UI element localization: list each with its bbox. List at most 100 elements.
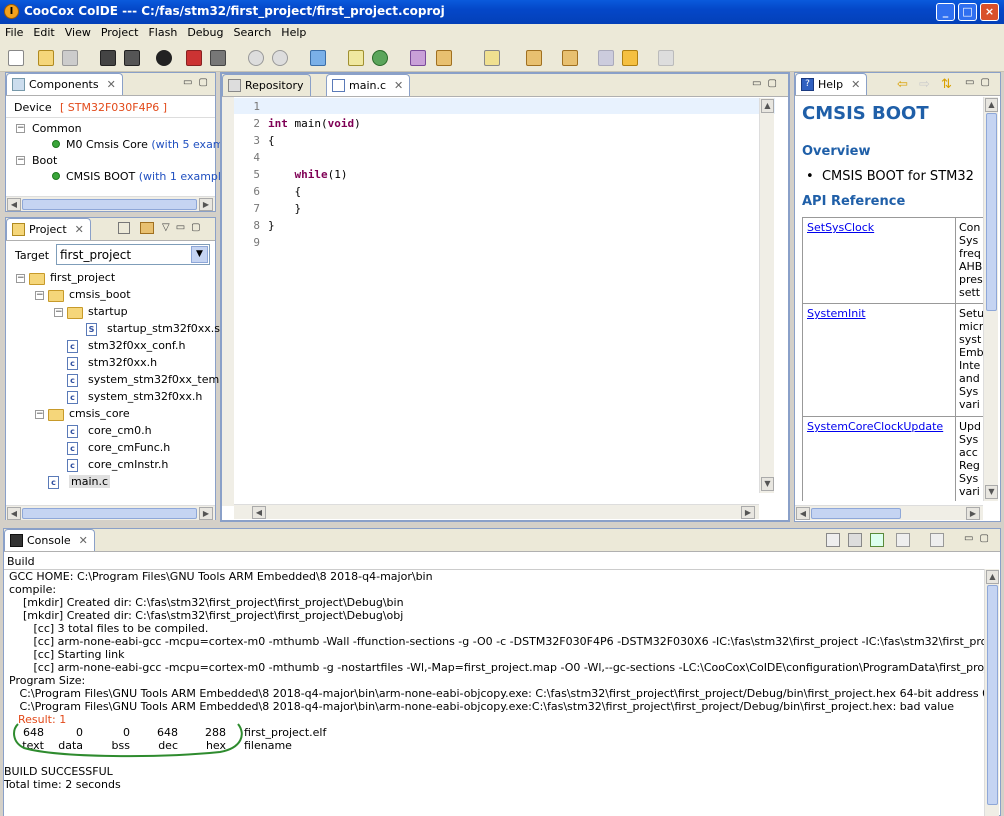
menu-edit[interactable]: Edit (28, 24, 59, 39)
code-line[interactable]: } (268, 202, 301, 215)
clear-console-icon[interactable] (826, 533, 840, 547)
close-button[interactable]: × (980, 3, 999, 21)
close-tab-icon[interactable]: ✕ (79, 534, 88, 547)
wand-icon[interactable] (436, 50, 452, 66)
tree-item-core-cm0-h[interactable]: c core_cm0.h (6, 423, 215, 440)
home-icon[interactable] (310, 50, 326, 66)
component-cmsis-boot[interactable]: CMSIS BOOT (with 1 example) (66, 170, 232, 183)
save-icon[interactable] (62, 50, 78, 66)
api-link[interactable]: SystemInit (807, 307, 866, 320)
tab-console[interactable]: Console ✕ (4, 529, 95, 551)
menu-flash[interactable]: Flash (143, 24, 182, 39)
device-value[interactable]: [ STM32F030F4P6 ] (60, 101, 167, 114)
tree-item-stm32f0xx-conf-h[interactable]: c stm32f0xx_conf.h (6, 338, 215, 355)
expand-common-icon[interactable]: − (16, 124, 25, 133)
tree-item-main-c[interactable]: c main.c (6, 474, 215, 491)
group-boot[interactable]: Boot (32, 154, 57, 167)
help-back-icon[interactable]: ⇦ (897, 77, 908, 92)
close-tab-icon[interactable]: ✕ (107, 78, 116, 91)
tab-help[interactable]: ? Help ✕ (795, 73, 868, 95)
scroll-lock-icon[interactable] (848, 533, 862, 547)
highlight-icon[interactable] (484, 50, 500, 66)
collapse-icon[interactable]: − (35, 410, 44, 419)
expand-boot-icon[interactable]: − (16, 156, 25, 165)
tree-item-stm32f0xx-h[interactable]: c stm32f0xx.h (6, 355, 215, 372)
collapse-all-icon[interactable] (118, 222, 130, 234)
settings-gear-icon[interactable] (248, 50, 264, 66)
help-vscroll[interactable]: ▲ ▼ (983, 97, 998, 501)
menu-help[interactable]: Help (276, 24, 311, 39)
help-sync-icon[interactable]: ⇅ (941, 77, 952, 92)
code-line[interactable]: while(1) (268, 168, 348, 181)
code-line[interactable]: int main(void) (268, 117, 361, 130)
minimize-button[interactable]: _ (936, 3, 955, 21)
display-console-icon[interactable] (896, 533, 910, 547)
tree-item-core-cminstr-h[interactable]: c core_cmInstr.h (6, 457, 215, 474)
next-annotation-icon[interactable] (526, 50, 542, 66)
tree-item-first-project[interactable]: − first_project (6, 270, 215, 287)
close-tab-icon[interactable]: ✕ (75, 223, 84, 236)
chevron-down-icon[interactable]: ▼ (191, 246, 208, 263)
api-link[interactable]: SystemCoreClockUpdate (807, 420, 943, 433)
grid-view-icon[interactable] (348, 50, 364, 66)
code-line[interactable]: } (268, 219, 275, 232)
menu-file[interactable]: File (0, 24, 28, 39)
component-m0-cmsis-core[interactable]: M0 Cmsis Core (with 5 example (66, 138, 240, 151)
code-line[interactable]: { (268, 134, 275, 147)
code-area[interactable]: 1 2 int main(void) 3 {4 5 while(1) 6 {7 } 8} 9 (234, 98, 775, 493)
debug-icon[interactable] (156, 50, 172, 66)
open-console-icon[interactable] (930, 533, 944, 547)
maximize-button[interactable]: □ (958, 3, 977, 21)
panel-minmax-icon[interactable]: ▭▢ (965, 77, 996, 88)
collapse-icon[interactable]: − (35, 291, 44, 300)
console-output[interactable]: GCC HOME: C:\Program Files\GNU Tools ARM… (4, 569, 984, 816)
editor-hscroll[interactable]: ◀ ▶ (234, 504, 759, 519)
console-vscroll[interactable]: ▲ (984, 569, 999, 816)
tab-components[interactable]: Components ✕ (6, 73, 123, 95)
collapse-icon[interactable]: − (54, 308, 63, 317)
tree-item-core-cmfunc-h[interactable]: c core_cmFunc.h (6, 440, 215, 457)
tree-item-system-stm32f0xx-h[interactable]: c system_stm32f0xx.h (6, 389, 215, 406)
editor-vscroll[interactable]: ▲ ▼ (759, 98, 774, 493)
tab-project[interactable]: Project ✕ (6, 218, 91, 240)
tree-item-startup-stm32f0xx-s[interactable]: Sstartup_stm32f0xx.s (6, 321, 220, 338)
panel-minmax-icon[interactable]: ▭▢ (752, 78, 783, 89)
back-arrow-icon[interactable] (622, 50, 638, 66)
close-tab-icon[interactable]: ✕ (394, 79, 403, 92)
panel-minmax-icon[interactable]: ▽▭▢ (162, 222, 207, 233)
checked-dot-icon[interactable] (52, 172, 60, 180)
menu-view[interactable]: View (60, 24, 96, 39)
link-editor-icon[interactable] (140, 222, 154, 234)
tab-repository[interactable]: Repository (222, 74, 311, 96)
tree-item-cmsis-boot[interactable]: − cmsis_boot (6, 287, 215, 304)
download-icon[interactable] (186, 50, 202, 66)
tree-item-system-stm32f0xx-temp-c[interactable]: c system_stm32f0xx_temp.c (6, 372, 236, 389)
forward-arrow-icon[interactable] (658, 50, 674, 66)
component-icon[interactable] (372, 50, 388, 66)
components-hscroll[interactable]: ◀ ▶ (6, 196, 215, 211)
panel-minmax-icon[interactable]: ▭▢ (183, 77, 214, 88)
group-common[interactable]: Common (32, 122, 82, 135)
menu-debug[interactable]: Debug (182, 24, 228, 39)
prev-annotation-icon[interactable] (562, 50, 578, 66)
close-tab-icon[interactable]: ✕ (851, 78, 860, 91)
code-line[interactable]: { (268, 185, 301, 198)
target-select[interactable]: first_project ▼ (56, 244, 210, 265)
api-link[interactable]: SetSysClock (807, 221, 874, 234)
build-icon[interactable] (100, 50, 116, 66)
new-file-icon[interactable] (8, 50, 24, 66)
tree-item-startup[interactable]: − startup (6, 304, 215, 321)
config-gear-icon[interactable] (272, 50, 288, 66)
checked-dot-icon[interactable] (52, 140, 60, 148)
menu-project[interactable]: Project (96, 24, 144, 39)
open-folder-icon[interactable] (38, 50, 54, 66)
panel-minmax-icon[interactable]: ▭▢ (964, 533, 995, 544)
tab-main-c[interactable]: main.c ✕ (326, 74, 411, 96)
collapse-icon[interactable]: − (16, 274, 25, 283)
last-edit-icon[interactable] (598, 50, 614, 66)
help-forward-icon[interactable]: ⇨ (919, 77, 930, 92)
menu-search[interactable]: Search (229, 24, 277, 39)
rebuild-icon[interactable] (124, 50, 140, 66)
pin-console-icon[interactable] (870, 533, 884, 547)
flash-erase-icon[interactable] (210, 50, 226, 66)
